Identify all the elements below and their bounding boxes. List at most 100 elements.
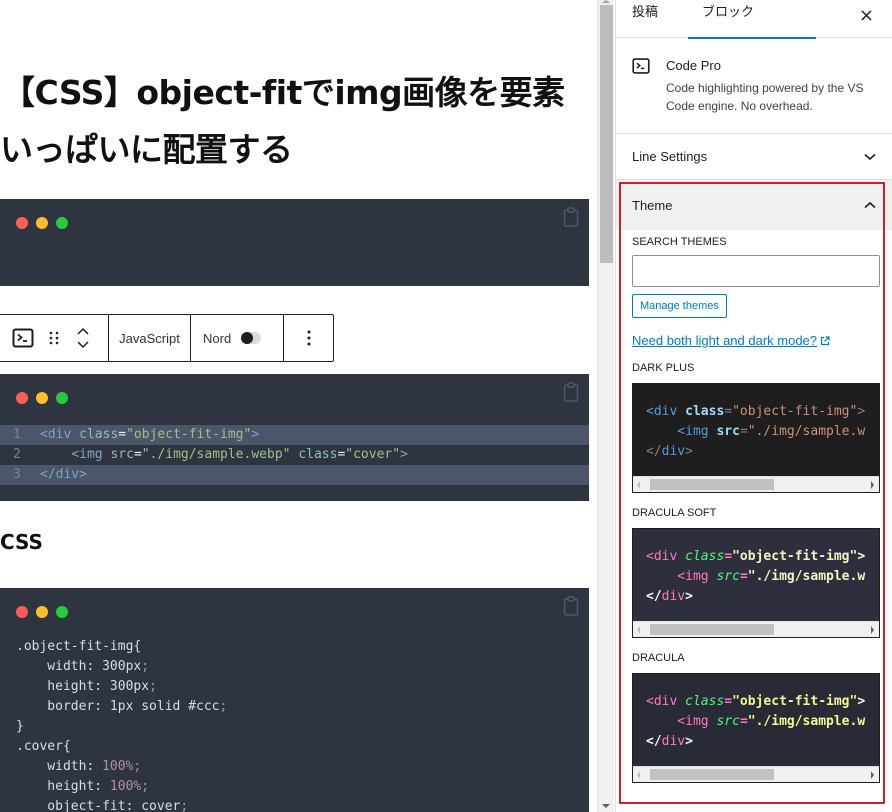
- code-token: width:: [16, 759, 103, 774]
- search-themes-input[interactable]: [632, 255, 880, 287]
- post-title-line-2: いっぱいに配置する: [0, 130, 293, 169]
- theme-toggle-group[interactable]: Nord: [191, 315, 284, 361]
- scroll-thumb[interactable]: [650, 624, 774, 635]
- drag-handle-icon[interactable]: [48, 330, 60, 346]
- code-token: <img: [71, 447, 111, 462]
- code-token: "./img/sample.w: [747, 424, 866, 439]
- code-block-css[interactable]: .object-fit-img{ width: 300px; height: 3…: [0, 588, 589, 812]
- theme-preview[interactable]: <div class="object-fit-img"> <img src=".…: [632, 383, 880, 493]
- code-token: <img: [646, 714, 717, 729]
- code-token: =: [739, 569, 748, 584]
- css-code-content[interactable]: .object-fit-img{ width: 300px; height: 3…: [16, 637, 589, 812]
- code-line-text: </div>: [40, 465, 87, 485]
- code-line: height: 300px;: [16, 677, 589, 697]
- theme-preview[interactable]: <div class="object-fit-img"> <img src=".…: [632, 673, 880, 783]
- preview-horizontal-scrollbar[interactable]: [633, 766, 879, 782]
- panel-line-settings-toggle[interactable]: Line Settings: [616, 134, 892, 180]
- close-sidebar-button[interactable]: ×: [859, 5, 874, 26]
- preview-line: <div class="object-fit-img">: [646, 402, 879, 422]
- scroll-right-arrow-icon[interactable]: [871, 626, 874, 634]
- theme-preview-code: <div class="object-fit-img"> <img src=".…: [633, 384, 879, 476]
- code-line-text: <img src="./img/sample.webp" class="cove…: [40, 445, 408, 465]
- code-token: class: [685, 404, 725, 419]
- scroll-right-arrow-icon[interactable]: [871, 771, 874, 779]
- manage-themes-button[interactable]: Manage themes: [632, 294, 727, 318]
- editor-scrollbar[interactable]: [597, 0, 614, 812]
- external-link-icon: [820, 335, 830, 345]
- scroll-left-arrow-icon[interactable]: [637, 626, 640, 634]
- code-line: width: 100%;: [16, 757, 589, 777]
- scroll-down-arrow-icon[interactable]: [602, 804, 610, 808]
- code-token: <div: [646, 549, 686, 564]
- code-token: class: [298, 447, 338, 462]
- more-options-button[interactable]: [284, 315, 333, 361]
- code-token: ;: [141, 659, 150, 674]
- scroll-thumb[interactable]: [650, 769, 774, 780]
- chevron-up-icon[interactable]: [77, 327, 89, 335]
- code-token: >: [251, 427, 260, 442]
- code-block-empty[interactable]: [0, 199, 589, 286]
- theme-toggle[interactable]: [241, 332, 262, 344]
- code-token: =: [724, 549, 733, 564]
- code-token: ;: [133, 759, 142, 774]
- theme-list: DARK PLUS <div class="object-fit-img"> <i…: [632, 362, 880, 783]
- dot-red-icon: [16, 606, 28, 618]
- theme-name: DRACULA SOFT: [632, 507, 717, 519]
- code-token: =: [739, 424, 748, 439]
- block-type-button[interactable]: [12, 328, 34, 348]
- code-token: >: [857, 694, 866, 709]
- scroll-right-arrow-icon[interactable]: [871, 481, 874, 489]
- code-token: <div: [646, 404, 686, 419]
- code-token: </: [646, 734, 662, 749]
- scroll-thumb[interactable]: [650, 479, 774, 490]
- code-token: "./img/sample.webp": [141, 447, 291, 462]
- block-description: Code highlighting powered by the VS Code…: [666, 81, 864, 113]
- code-token: class: [685, 549, 725, 564]
- window-dots: [16, 606, 68, 618]
- code-token: src: [716, 714, 740, 729]
- code-token: <div: [646, 694, 686, 709]
- code-token: src: [716, 569, 740, 584]
- window-dots: [16, 392, 68, 404]
- scroll-up-arrow-icon[interactable]: [602, 0, 610, 3]
- code-token: <div: [40, 427, 80, 442]
- code-token: </div>: [40, 467, 87, 482]
- code-line-text: <div class="object-fit-img">: [40, 425, 259, 445]
- tab-block[interactable]: ブロック: [674, 0, 817, 39]
- scroll-left-arrow-icon[interactable]: [637, 481, 640, 489]
- clipboard-icon[interactable]: [563, 596, 579, 616]
- html-code-content[interactable]: 1 <div class="object-fit-img"> 2 <img src=…: [0, 425, 589, 485]
- language-selector[interactable]: JavaScript: [109, 315, 191, 361]
- preview-horizontal-scrollbar[interactable]: [633, 476, 879, 492]
- preview-line: <img src="./img/sample.w: [646, 567, 879, 587]
- code-line: }: [16, 717, 589, 737]
- code-line: .object-fit-img{: [16, 637, 589, 657]
- dot-yellow-icon: [36, 606, 48, 618]
- code-line: border: 1px solid #ccc;: [16, 697, 589, 717]
- editor-canvas: 【CSS】object-fitでimg画像を要素 いっぱいに配置する JavaS…: [0, 0, 598, 812]
- theme-preview-code: <div class="object-fit-img"> <img src=".…: [633, 529, 879, 621]
- tab-post[interactable]: 投稿: [616, 0, 674, 38]
- code-token: <img: [646, 569, 717, 584]
- post-title[interactable]: 【CSS】object-fitでimg画像を要素 いっぱいに配置する: [0, 64, 590, 178]
- preview-horizontal-scrollbar[interactable]: [633, 621, 879, 637]
- code-token: >: [685, 589, 693, 604]
- theme-panel-body: SEARCH THEMES Manage themes Need both li…: [616, 236, 892, 783]
- dark-mode-link[interactable]: Need both light and dark mode?: [632, 333, 876, 348]
- preview-line: <img src="./img/sample.w: [646, 422, 879, 442]
- settings-sidebar: 投稿 ブロック × Code Pro Code highlighting pow…: [615, 0, 892, 812]
- theme-preview[interactable]: <div class="object-fit-img"> <img src=".…: [632, 528, 880, 638]
- scroll-left-arrow-icon[interactable]: [637, 771, 640, 779]
- code-token: >: [400, 447, 408, 462]
- terminal-icon: [12, 328, 34, 348]
- chevron-down-icon[interactable]: [77, 341, 89, 349]
- block-toolbar: JavaScript Nord: [0, 314, 334, 362]
- clipboard-icon[interactable]: [563, 382, 579, 402]
- theme-option: DRACULA SOFT <div class="object-fit-img">…: [632, 507, 880, 638]
- scroll-thumb[interactable]: [600, 5, 613, 263]
- code-block-html[interactable]: 1 <div class="object-fit-img"> 2 <img src=…: [0, 374, 589, 501]
- clipboard-icon[interactable]: [563, 207, 579, 227]
- section-heading-css[interactable]: CSS: [0, 530, 43, 554]
- code-line: 1 <div class="object-fit-img">: [0, 425, 589, 445]
- panel-theme-toggle[interactable]: Theme: [616, 180, 892, 230]
